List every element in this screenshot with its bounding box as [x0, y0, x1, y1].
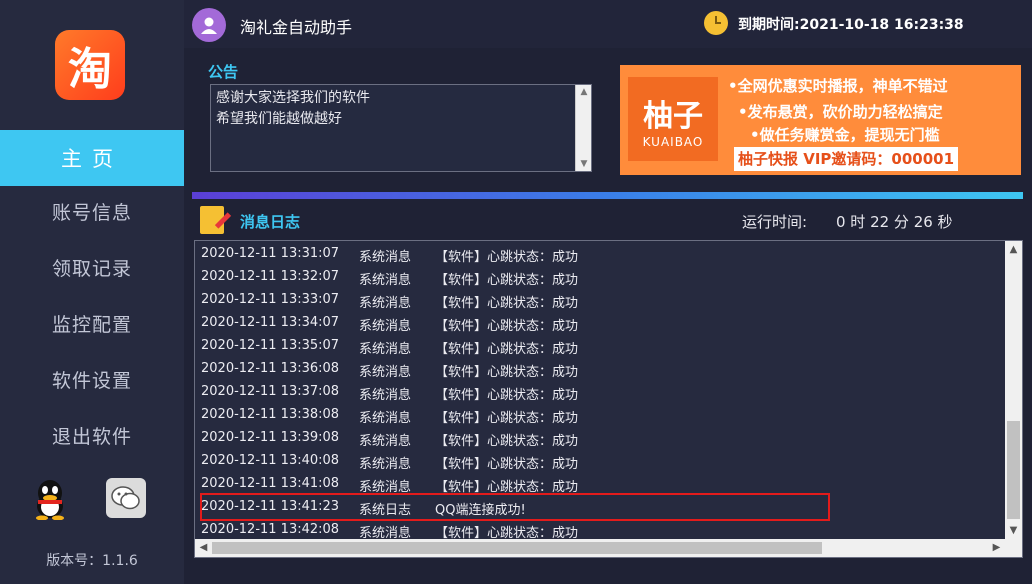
notice-textbox[interactable]: 感谢大家选择我们的软件 希望我们能越做越好 ▲ ▼	[210, 84, 592, 172]
user-avatar-icon[interactable]	[192, 8, 226, 42]
log-time: 2020-12-11 13:42:08	[201, 522, 340, 537]
notice-scrollbar[interactable]: ▲ ▼	[575, 85, 591, 171]
log-time: 2020-12-11 13:32:07	[201, 269, 340, 284]
log-message: 【软件】心跳状态：成功	[435, 365, 579, 380]
ad-logo: 柚子 KUAIBAO	[628, 77, 718, 161]
scroll-down-arrow-icon[interactable]: ▼	[576, 157, 592, 171]
log-type: 系统消息	[359, 273, 412, 288]
log-message: 【软件】心跳状态：成功	[435, 319, 579, 334]
log-message: 【软件】心跳状态：成功	[435, 296, 579, 311]
ad-vip-code: 柚子快报 VIP邀请码：000001	[734, 147, 959, 171]
version-label: 版本号：1.1.6	[46, 553, 138, 569]
scroll-thumb[interactable]	[212, 542, 822, 554]
ad-line-3: •做任务赚赏金，提现无门槛	[750, 126, 940, 144]
highlighted-log-row	[200, 493, 830, 521]
top-bar: 淘礼金自动助手 到期时间:2021-10-18 16:23:38	[184, 0, 1032, 48]
nav-item-account-info[interactable]: 账号信息	[0, 183, 184, 239]
log-message: 【软件】心跳状态：成功	[435, 411, 579, 426]
log-time: 2020-12-11 13:31:07	[201, 246, 340, 261]
log-title: 消息日志	[240, 213, 301, 231]
scroll-left-arrow-icon[interactable]: ◀	[195, 539, 212, 557]
nav-item-exit[interactable]: 退出软件	[0, 407, 184, 463]
log-vertical-scrollbar[interactable]: ▲ ▼	[1005, 241, 1022, 539]
notice-title: 公告	[208, 63, 239, 81]
ad-line-1: •全网优惠实时播报，神单不错过	[728, 77, 948, 95]
log-time: 2020-12-11 13:39:08	[201, 430, 340, 445]
log-type: 系统消息	[359, 296, 412, 311]
nav-item-claim-records[interactable]: 领取记录	[0, 239, 184, 295]
log-time: 2020-12-11 13:36:08	[201, 361, 340, 376]
log-type: 系统消息	[359, 250, 412, 265]
log-type: 系统消息	[359, 457, 412, 472]
log-type: 系统消息	[359, 319, 412, 334]
qq-icon[interactable]	[30, 478, 70, 521]
scroll-up-arrow-icon[interactable]: ▲	[576, 85, 592, 99]
log-time: 2020-12-11 13:33:07	[201, 292, 340, 307]
log-list[interactable]: 2020-12-11 13:31:07 系统消息 【软件】心跳状态：成功 2020-…	[194, 240, 1023, 558]
log-type: 系统消息	[359, 342, 412, 357]
app-title: 淘礼金自动助手	[240, 18, 353, 37]
log-time: 2020-12-11 13:38:08	[201, 407, 340, 422]
scroll-up-arrow-icon[interactable]: ▲	[1005, 241, 1022, 258]
nav-item-software-settings[interactable]: 软件设置	[0, 351, 184, 407]
ad-banner[interactable]: 柚子 KUAIBAO •全网优惠实时播报，神单不错过 •发布悬赏，砍价助力轻松搞…	[620, 65, 1021, 175]
log-type: 系统消息	[359, 411, 412, 426]
log-message: 【软件】心跳状态：成功	[435, 388, 579, 403]
scroll-thumb[interactable]	[1007, 421, 1020, 519]
app-logo: 淘	[55, 30, 125, 100]
section-divider	[192, 192, 1023, 199]
log-time: 2020-12-11 13:41:08	[201, 476, 340, 491]
log-type: 系统消息	[359, 434, 412, 449]
notice-line: 感谢大家选择我们的软件	[216, 90, 370, 106]
runtime-value: 0 时 22 分 26 秒	[836, 213, 953, 231]
ad-line-2: •发布悬赏，砍价助力轻松搞定	[738, 103, 943, 121]
wechat-icon[interactable]	[106, 478, 146, 518]
log-time: 2020-12-11 13:35:07	[201, 338, 340, 353]
clock-icon	[704, 11, 728, 35]
scroll-down-arrow-icon[interactable]: ▼	[1005, 522, 1022, 539]
nav-item-home[interactable]: 主页	[0, 130, 184, 186]
nav-item-monitor-config[interactable]: 监控配置	[0, 295, 184, 351]
log-message: 【软件】心跳状态：成功	[435, 457, 579, 472]
sidebar: 淘 主页 账号信息 领取记录 监控配置 软件设置 退出软件 版本号：1.1.6	[0, 0, 184, 584]
notice-line: 希望我们能越做越好	[216, 111, 342, 127]
log-message: 【软件】心跳状态：成功	[435, 273, 579, 288]
log-time: 2020-12-11 13:34:07	[201, 315, 340, 330]
log-message: 【软件】心跳状态：成功	[435, 434, 579, 449]
scroll-right-arrow-icon[interactable]: ▶	[988, 539, 1005, 557]
log-type: 系统消息	[359, 388, 412, 403]
log-horizontal-scrollbar[interactable]: ◀ ▶	[195, 539, 1022, 557]
log-time: 2020-12-11 13:37:08	[201, 384, 340, 399]
notice-content: 感谢大家选择我们的软件 希望我们能越做越好	[216, 88, 370, 130]
log-message: 【软件】心跳状态：成功	[435, 342, 579, 357]
ad-logo-text: 柚子	[643, 99, 703, 134]
runtime-label: 运行时间:	[742, 213, 808, 231]
expire-time: 到期时间:2021-10-18 16:23:38	[738, 17, 964, 33]
log-message: 【软件】心跳状态：成功	[435, 250, 579, 265]
log-time: 2020-12-11 13:40:08	[201, 453, 340, 468]
log-notepad-icon	[200, 206, 224, 234]
ad-logo-subtext: KUAIBAO	[642, 135, 704, 149]
log-type: 系统消息	[359, 365, 412, 380]
